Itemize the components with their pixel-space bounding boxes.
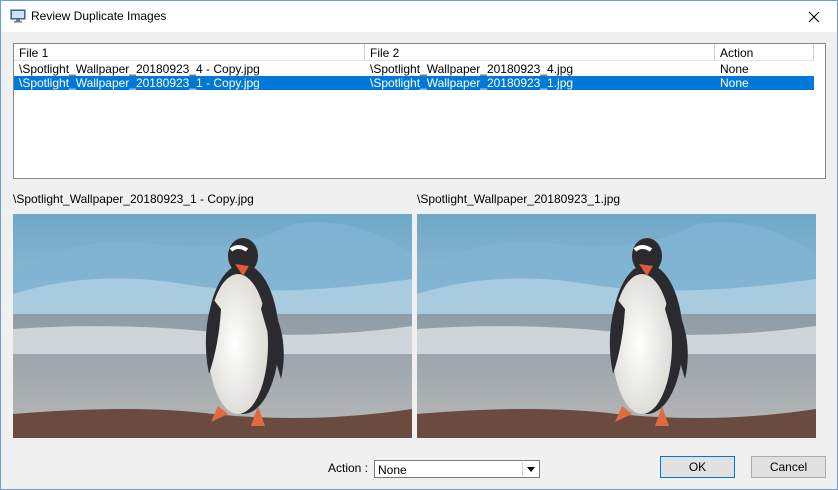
dialog-window: Review Duplicate Images File 1 File 2 Ac… [0, 0, 838, 490]
right-image-preview [417, 214, 816, 438]
close-icon [808, 11, 820, 22]
close-button[interactable] [791, 1, 837, 32]
list-header: File 1 File 2 Action [14, 44, 825, 62]
row-file2: \Spotlight_Wallpaper_20180923_4.jpg [370, 62, 574, 76]
list-row-selected[interactable]: \Spotlight_Wallpaper_20180923_1 - Copy.j… [14, 76, 814, 90]
right-image-label: \Spotlight_Wallpaper_20180923_1.jpg [417, 192, 621, 206]
column-header-action[interactable]: Action [715, 44, 814, 61]
left-image-label: \Spotlight_Wallpaper_20180923_1 - Copy.j… [13, 192, 254, 206]
row-file1: \Spotlight_Wallpaper_20180923_1 - Copy.j… [19, 76, 260, 90]
row-file2: \Spotlight_Wallpaper_20180923_1.jpg [370, 76, 574, 90]
left-image-preview [13, 214, 412, 438]
app-monitor-icon [10, 9, 26, 23]
row-action: None [720, 76, 749, 90]
row-action: None [720, 62, 749, 76]
column-header-file2[interactable]: File 2 [365, 44, 715, 61]
row-file1: \Spotlight_Wallpaper_20180923_4 - Copy.j… [19, 62, 260, 76]
cancel-button[interactable]: Cancel [751, 456, 826, 478]
duplicates-list[interactable]: File 1 File 2 Action \Spotlight_Wallpape… [13, 43, 826, 179]
ok-button[interactable]: OK [660, 456, 735, 478]
list-row[interactable]: \Spotlight_Wallpaper_20180923_4 - Copy.j… [14, 62, 825, 76]
dropdown-arrow-icon[interactable] [522, 462, 538, 476]
column-header-file1[interactable]: File 1 [14, 44, 365, 61]
window-title: Review Duplicate Images [31, 9, 167, 23]
action-label: Action : [328, 461, 369, 475]
action-dropdown[interactable]: None [374, 460, 540, 478]
title-bar[interactable]: Review Duplicate Images [1, 1, 837, 32]
action-dropdown-value: None [378, 463, 407, 477]
